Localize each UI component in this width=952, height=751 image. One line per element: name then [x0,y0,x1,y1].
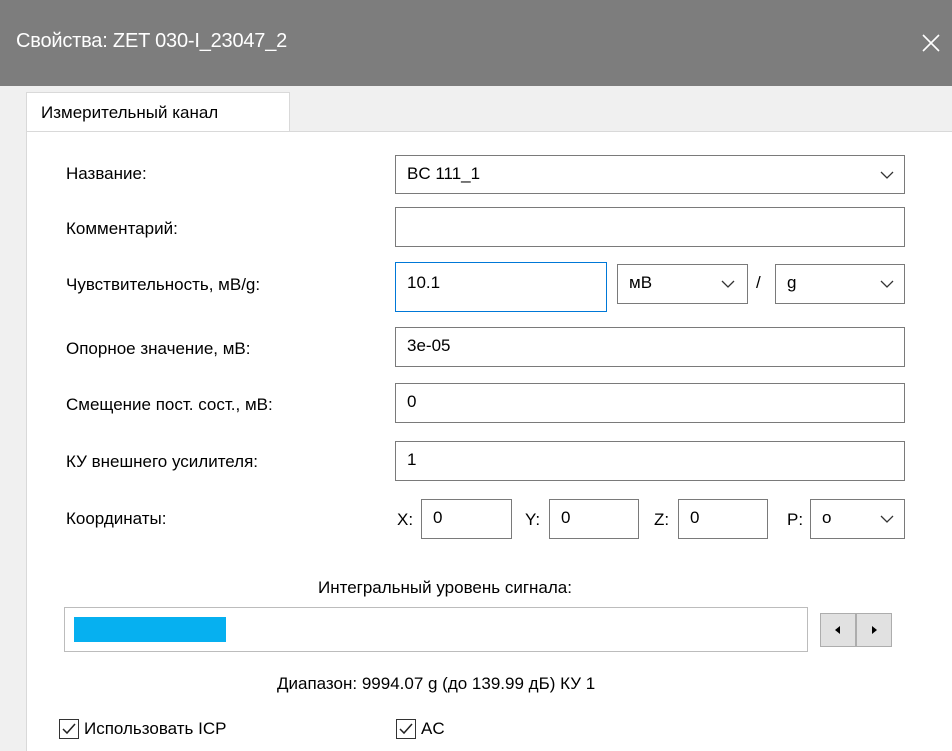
tab-measuring-channel[interactable]: Измерительный канал [26,92,290,132]
signal-level-fill [74,617,226,642]
coord-y-input[interactable]: 0 [549,499,639,539]
sensitivity-separator: / [756,273,761,292]
coords-label: Координаты: [66,509,167,528]
range-text: Диапазон: 9994.07 g (до 139.99 дБ) КУ 1 [277,674,596,693]
offset-value: 0 [407,392,417,411]
chevron-down-icon [880,171,894,179]
window-title: Свойства: ZET 030-I_23047_2 [16,30,288,52]
coord-z-label: Z: [654,510,670,529]
coord-x-value: 0 [433,508,443,527]
chevron-down-icon [880,515,894,523]
reference-input[interactable]: 3e-05 [395,327,905,367]
name-label: Название: [66,164,147,183]
coord-p-value: o [822,508,832,527]
name-value: BC 111_1 [407,164,481,183]
checkmark-icon [399,723,413,735]
signal-title: Интегральный уровень сигнала: [318,578,572,597]
gain-label: КУ внешнего усилителя: [66,452,259,471]
reference-label: Опорное значение, мВ: [66,339,251,358]
tab-label: Измерительный канал [41,103,219,122]
sensitivity-value: 10.1 [407,273,441,292]
ac-label: AC [421,719,445,738]
coord-x-label: X: [397,510,414,529]
spin-left-button[interactable] [820,613,856,647]
signal-level-bar [64,607,808,652]
comment-label: Комментарий: [66,219,178,238]
coord-y-value: 0 [561,508,571,527]
icp-label: Использовать ICP [84,719,227,738]
arrow-left-icon [835,626,840,634]
name-combobox[interactable]: BC 111_1 [395,155,905,194]
spin-right-button[interactable] [856,613,892,647]
coord-p-label: P: [787,510,804,529]
sensitivity-unit-den-value: g [787,273,797,292]
checkmark-icon [62,723,76,735]
sensitivity-label: Чувствительность, мВ/g: [66,275,261,294]
coord-x-input[interactable]: 0 [421,499,512,539]
ac-checkbox[interactable] [396,719,416,739]
chevron-down-icon [721,280,735,288]
sensitivity-unit-num-select[interactable]: мВ [617,264,748,304]
reference-value: 3e-05 [407,336,451,355]
offset-label: Смещение пост. сост., мВ: [66,395,273,414]
coord-z-input[interactable]: 0 [678,499,768,539]
sensitivity-input[interactable]: 10.1 [395,262,607,312]
close-button[interactable] [908,18,952,68]
title-bar: Свойства: ZET 030-I_23047_2 [0,0,952,86]
chevron-down-icon [880,280,894,288]
offset-input[interactable]: 0 [395,383,905,423]
sensitivity-unit-den-select[interactable]: g [775,264,905,304]
close-icon [922,34,940,52]
gain-input[interactable]: 1 [395,441,905,481]
gain-value: 1 [407,450,417,469]
comment-input[interactable] [395,207,905,247]
coord-p-select[interactable]: o [810,499,905,539]
icp-checkbox[interactable] [59,719,79,739]
sensitivity-unit-num-value: мВ [629,273,653,292]
coord-z-value: 0 [690,508,700,527]
arrow-right-icon [872,626,877,634]
coord-y-label: Y: [525,510,541,529]
